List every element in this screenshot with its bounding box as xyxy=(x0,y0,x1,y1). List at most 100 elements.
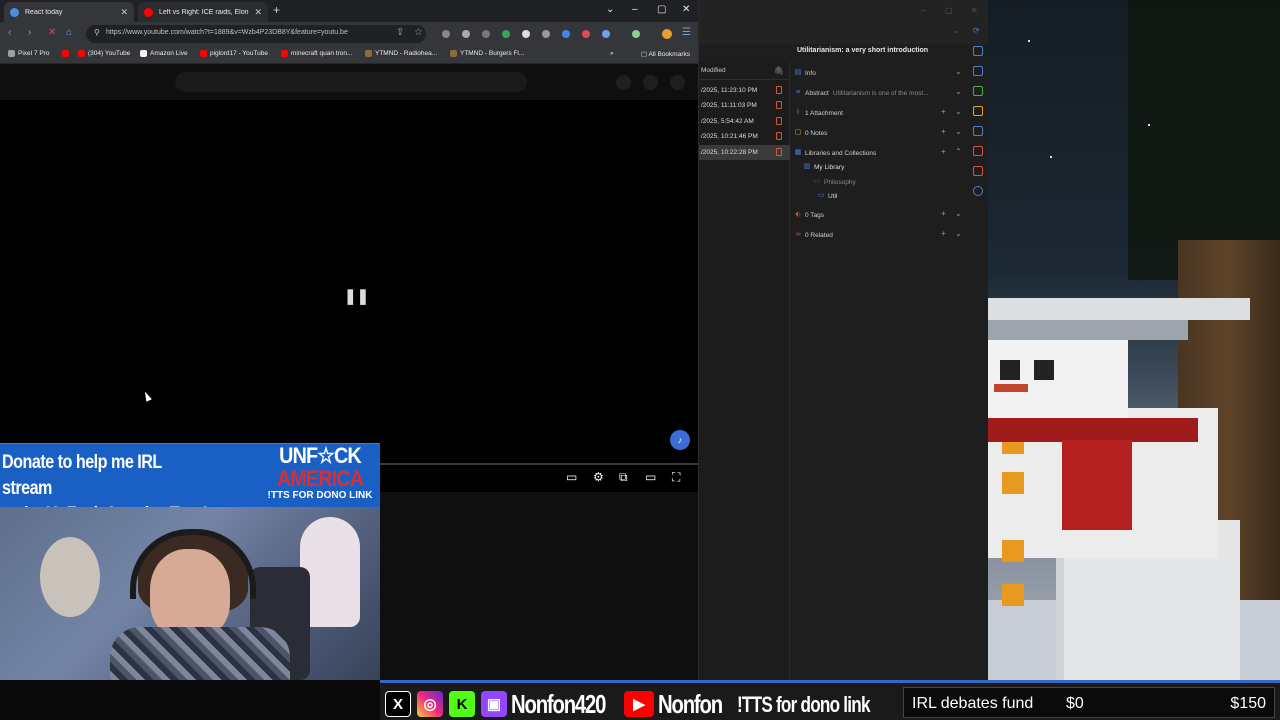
extension-badge-icon[interactable]: ♪ xyxy=(670,430,690,450)
snowman-scarf-tail xyxy=(1062,440,1132,530)
section-related[interactable]: ∞ 0 Related xyxy=(794,231,833,239)
youtube-search-input[interactable] xyxy=(175,72,527,92)
tree-item-util[interactable]: ▭ Util xyxy=(817,192,838,200)
section-tags[interactable]: ⬖ 0 Tags xyxy=(794,211,824,219)
chevron-down-icon[interactable]: ⌄ xyxy=(955,107,962,116)
video-player[interactable]: ❚❚ ♪ xyxy=(0,100,698,492)
theater-mode-icon[interactable]: ▭ xyxy=(645,470,656,484)
section-libraries[interactable]: ▦ Libraries and Collections xyxy=(794,149,877,157)
amazon-icon xyxy=(140,50,147,57)
list-item[interactable]: /2025, 5:54:42 AM xyxy=(699,114,790,129)
section-abstract[interactable]: ≡ Abstract Utilitarianism is one of the mo… xyxy=(794,89,929,97)
close-window-button[interactable]: ✕ xyxy=(682,4,690,15)
item-title: Utilitarianism: a very short introductio… xyxy=(797,47,929,54)
chevron-down-icon[interactable]: ⌄ xyxy=(955,87,962,96)
tab-search-icon[interactable]: ⌄ xyxy=(606,4,614,15)
tree-item-my-library[interactable]: ▥ My Library xyxy=(803,163,845,171)
new-tab-button[interactable]: + xyxy=(273,3,280,17)
bookmark-item[interactable]: YTMND - Radiohea... xyxy=(365,50,437,57)
settings-gear-icon[interactable]: ⚙ xyxy=(593,470,604,484)
fullscreen-icon[interactable]: ⛶ xyxy=(672,470,680,485)
extension-icon[interactable] xyxy=(442,30,450,38)
add-icon[interactable]: + xyxy=(941,107,946,116)
close-icon[interactable]: ✕ xyxy=(254,7,262,18)
list-item[interactable]: /2025, 10:21:46 PM xyxy=(699,129,790,144)
bookmark-item[interactable]: YTMND - Burgers Fl... xyxy=(450,50,524,57)
address-bar[interactable]: ⚲ https://www.youtube.com/watch?t=1889&v… xyxy=(86,25,426,43)
extension-icon[interactable] xyxy=(502,30,510,38)
add-icon[interactable]: + xyxy=(941,209,946,218)
tree-item-philosophy[interactable]: ▭ Philosophy xyxy=(813,178,856,186)
snowman-button xyxy=(1002,584,1024,606)
extension-icon[interactable] xyxy=(462,30,470,38)
chevron-down-icon[interactable]: ⌄ xyxy=(955,67,962,76)
extension-icon[interactable] xyxy=(542,30,550,38)
list-item[interactable]: /2025, 11:23:10 PM xyxy=(699,83,790,98)
back-icon[interactable]: ‹ xyxy=(8,27,11,38)
extension-icon[interactable] xyxy=(582,30,590,38)
section-info[interactable]: ▤ Info xyxy=(794,69,816,77)
close-icon[interactable]: ✕ xyxy=(120,7,128,18)
sidebar-locate-icon[interactable] xyxy=(973,186,983,196)
maximize-button[interactable]: ▢ xyxy=(657,4,666,15)
account-avatar[interactable] xyxy=(670,75,685,90)
list-item-selected[interactable]: /2025, 10:22:28 PM xyxy=(699,145,790,160)
profile-avatar[interactable] xyxy=(662,29,672,39)
donate-line-1: Donate to help me IRL stream xyxy=(2,452,162,499)
tree-label: My Library xyxy=(814,163,845,171)
minimize-button[interactable]: – xyxy=(632,4,638,15)
section-notes[interactable]: ▢ 0 Notes xyxy=(794,129,828,137)
column-header-modified[interactable]: Modified 🖇 xyxy=(699,62,790,80)
add-icon[interactable]: + xyxy=(941,229,946,238)
chevron-down-icon[interactable]: ⌄ xyxy=(955,209,962,218)
list-item[interactable]: /2025, 11:11:03 PM xyxy=(699,98,790,113)
instagram-icon: ◎ xyxy=(417,691,443,717)
tab-left-vs-right[interactable]: Left vs Right: ICE raids, Elon M ✕ xyxy=(138,2,268,22)
minimize-button[interactable]: – xyxy=(921,6,925,15)
extension-icon[interactable] xyxy=(562,30,570,38)
chevron-down-icon[interactable]: ⌄ xyxy=(953,26,960,35)
forward-icon[interactable]: › xyxy=(28,27,31,38)
bookmark-item[interactable]: piglord17 - YouTube xyxy=(200,50,268,57)
chevron-down-icon[interactable]: ⌄ xyxy=(955,127,962,136)
webcam-feed xyxy=(0,507,380,680)
tab-react-today[interactable]: React today ✕ xyxy=(4,2,134,22)
menu-icon[interactable]: ☰ xyxy=(682,27,691,38)
sidebar-abstract-icon[interactable] xyxy=(973,66,983,76)
miniplayer-icon[interactable]: ⧉ xyxy=(619,470,628,485)
add-icon[interactable]: + xyxy=(941,127,946,136)
sidebar-libraries-icon[interactable] xyxy=(973,126,983,136)
extension-icon[interactable] xyxy=(482,30,490,38)
create-icon[interactable] xyxy=(616,75,631,90)
items-list: Modified 🖇 /2025, 11:23:10 PM /2025, 11:… xyxy=(699,62,790,680)
extension-icon[interactable] xyxy=(522,30,530,38)
chevron-down-icon[interactable]: ⌄ xyxy=(955,229,962,238)
sidebar-tags-icon[interactable] xyxy=(973,146,983,156)
chevron-up-icon[interactable]: ⌃ xyxy=(955,147,962,156)
maximize-button[interactable]: ▢ xyxy=(945,6,953,15)
sidebar-related-icon[interactable] xyxy=(973,166,983,176)
subtitles-icon[interactable]: ▭ xyxy=(566,470,577,484)
share-icon[interactable]: ⇪ xyxy=(396,27,404,38)
item-date: /2025, 11:23:10 PM xyxy=(701,87,758,94)
bookmark-item[interactable]: minecraft quan tron... xyxy=(281,50,352,57)
add-icon[interactable]: + xyxy=(941,147,946,156)
labs-flask-icon[interactable] xyxy=(632,30,640,38)
sidebar-info-icon[interactable] xyxy=(973,46,983,56)
bookmark-item[interactable]: (304) YouTube xyxy=(78,50,130,57)
section-attachments[interactable]: ⌇ 1 Attachment xyxy=(794,109,843,117)
home-icon[interactable]: ⌂ xyxy=(66,27,72,38)
site-info-icon[interactable]: ⚲ xyxy=(94,28,100,37)
notifications-icon[interactable] xyxy=(643,75,658,90)
extensions-puzzle-icon[interactable] xyxy=(602,30,610,38)
stop-icon[interactable]: ✕ xyxy=(48,27,56,38)
bookmark-item[interactable] xyxy=(62,50,72,57)
bookmarks-overflow-icon[interactable]: » xyxy=(610,50,614,57)
pause-icon[interactable]: ❚❚ xyxy=(344,287,369,305)
bookmark-item[interactable]: Amazon Live xyxy=(140,50,188,57)
sidebar-attachment-icon[interactable] xyxy=(973,86,983,96)
sidebar-notes-icon[interactable] xyxy=(973,106,983,116)
bookmark-star-icon[interactable]: ☆ xyxy=(414,27,423,38)
all-bookmarks-button[interactable]: ▢ All Bookmarks xyxy=(641,50,690,58)
bookmark-item[interactable]: Pixel 7 Pro xyxy=(8,50,49,57)
